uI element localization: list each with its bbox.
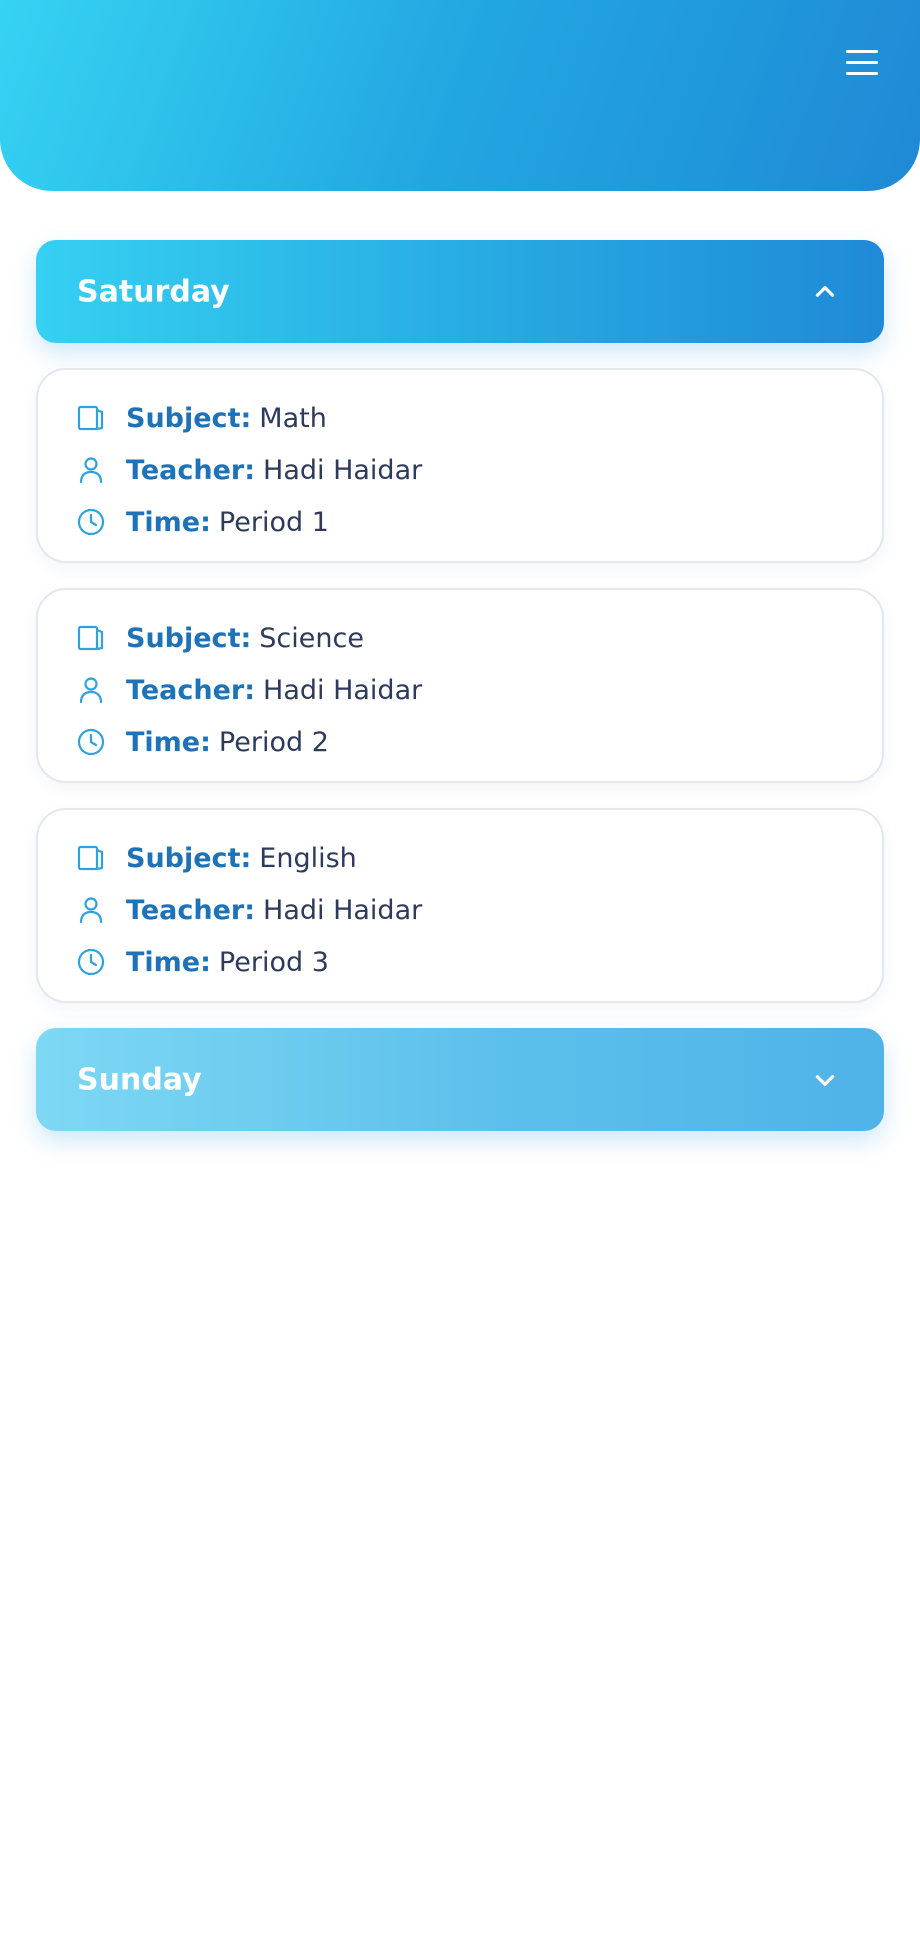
teacher-row: Teacher: Hadi Haidar: [76, 670, 422, 710]
menu-bar: [846, 50, 878, 53]
time-row: Time: Period 1: [76, 502, 329, 542]
teacher-row: Teacher: Hadi Haidar: [76, 890, 422, 930]
book-icon: [77, 405, 104, 431]
day-title: Sunday: [77, 1062, 202, 1097]
subject-value: English: [259, 842, 357, 874]
lesson-card: Subject: English Teacher: Hadi Haidar Ti…: [36, 808, 884, 1003]
user-icon: [79, 457, 103, 484]
book-icon: [77, 625, 104, 651]
menu-bar: [846, 72, 878, 75]
teacher-label: Teacher:: [126, 454, 256, 486]
teacher-row: Teacher: Hadi Haidar: [76, 450, 422, 490]
time-row: Time: Period 2: [76, 722, 329, 762]
schedule-list: Saturday Subject: Math Teacher: Hadi Hai…: [36, 240, 884, 1131]
chevron-up-icon: [815, 285, 835, 297]
teacher-label: Teacher:: [126, 674, 256, 706]
subject-label: Subject:: [126, 622, 252, 654]
teacher-value: Hadi Haidar: [263, 674, 423, 706]
day-header-sunday[interactable]: Sunday: [36, 1028, 884, 1131]
time-label: Time:: [126, 726, 211, 758]
subject-row: Subject: Science: [76, 618, 364, 658]
menu-bar: [846, 61, 878, 64]
clock-icon: [77, 728, 105, 756]
lesson-card: Subject: Math Teacher: Hadi Haidar Time:…: [36, 368, 884, 563]
subject-row: Subject: Math: [76, 398, 327, 438]
user-icon: [79, 897, 103, 924]
subject-value: Science: [259, 622, 364, 654]
user-icon: [79, 677, 103, 704]
chevron-down-icon: [815, 1074, 835, 1086]
time-label: Time:: [126, 946, 211, 978]
saturday-lessons: Subject: Math Teacher: Hadi Haidar Time:…: [36, 368, 884, 1003]
subject-row: Subject: English: [76, 838, 357, 878]
subject-label: Subject:: [126, 842, 252, 874]
time-label: Time:: [126, 506, 211, 538]
time-value: Period 3: [218, 946, 329, 978]
clock-icon: [77, 948, 105, 976]
time-value: Period 1: [218, 506, 329, 538]
time-value: Period 2: [218, 726, 329, 758]
teacher-value: Hadi Haidar: [263, 894, 423, 926]
lesson-card: Subject: Science Teacher: Hadi Haidar Ti…: [36, 588, 884, 783]
teacher-label: Teacher:: [126, 894, 256, 926]
app-header: [0, 0, 920, 191]
time-row: Time: Period 3: [76, 942, 329, 982]
subject-value: Math: [259, 402, 327, 434]
hamburger-menu-icon[interactable]: [846, 50, 878, 76]
clock-icon: [77, 508, 105, 536]
book-icon: [77, 845, 104, 871]
day-header-saturday[interactable]: Saturday: [36, 240, 884, 343]
subject-label: Subject:: [126, 402, 252, 434]
day-title: Saturday: [77, 274, 230, 309]
teacher-value: Hadi Haidar: [263, 454, 423, 486]
